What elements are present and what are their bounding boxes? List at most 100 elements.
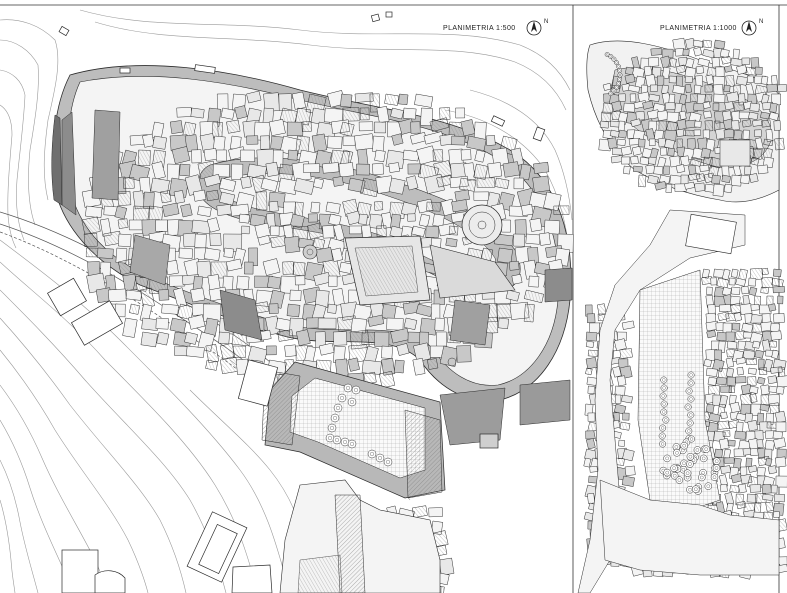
tree-icon [670,464,678,472]
building-parcel [266,345,277,356]
building-parcel [702,101,711,109]
building-parcel [759,403,770,412]
building-parcel [664,102,676,111]
building-parcel [777,295,784,305]
building-parcel [178,247,194,259]
building-parcel [525,233,541,245]
building-parcel [772,430,783,440]
building-parcel [81,216,101,235]
building-parcel [386,317,404,331]
building-parcel [169,120,184,134]
building-parcel [283,236,301,254]
building-parcel [209,233,222,247]
tree-icon [663,468,671,477]
building-parcel [194,233,207,249]
building-parcel [774,456,787,468]
building-parcel [747,420,759,432]
building-parcel [317,317,337,330]
tree-icon [351,385,361,395]
building-parcel [704,120,714,132]
building-parcel [614,338,627,351]
building-parcel [656,120,667,132]
building-parcel [388,162,400,173]
building-parcel [289,289,302,301]
building-parcel [729,401,741,414]
tree-icon [675,476,684,484]
building-parcel [624,465,636,476]
building-parcel [553,205,570,215]
tree-icon [693,446,702,454]
building-parcel [621,475,635,487]
building-parcel [373,201,384,211]
building-parcel [705,367,718,377]
building-parcel [236,275,250,290]
tree-icon [375,453,385,463]
building-parcel [711,57,721,68]
building-parcel [585,357,598,370]
building-parcel [191,149,202,164]
building-parcel [226,119,241,134]
building-parcel [122,177,135,189]
building-parcel [589,322,600,334]
building-parcel [766,83,778,93]
building-parcel [414,93,434,108]
building-parcel [459,177,477,192]
building-parcel [752,322,763,333]
building-parcel [340,93,353,108]
building-parcel [328,213,342,226]
building-parcel [738,111,750,120]
building-parcel [621,394,633,404]
building-parcel [618,93,626,102]
building-parcel [451,199,468,213]
building-parcel [750,303,760,311]
building-parcel [773,313,785,324]
tree-icon [663,454,671,463]
building-parcel [381,303,397,320]
building-parcel [310,201,321,214]
building-parcel [760,75,769,85]
tree-icon [327,423,337,433]
tree-icon [660,400,668,408]
building-parcel [770,484,778,494]
building-parcel [761,119,772,128]
building-parcel [676,75,683,87]
building-parcel [538,232,551,246]
tree-icon [333,403,343,413]
building-parcel [637,138,646,148]
building-parcel [718,438,730,450]
building-parcel [585,331,598,342]
inset-plan [577,37,787,593]
tree-icon [617,68,623,74]
building-parcel [332,176,344,187]
building-parcel [358,213,368,225]
building-parcel [660,147,668,156]
building-parcel [761,483,772,494]
tree-icon [710,473,719,481]
building-parcel [410,121,421,134]
building-parcel [301,121,312,133]
building-parcel [513,233,526,247]
building-parcel [155,317,169,330]
building-parcel [278,93,293,111]
tree-icon [698,473,706,482]
tree-icon [702,445,710,453]
tree-icon [683,469,692,477]
building-parcel [585,340,595,348]
building-parcel [611,100,623,112]
building-parcel [402,107,417,120]
building-parcel [169,317,187,334]
building-parcel [376,225,387,237]
building-parcel [693,46,703,57]
building-parcel [775,475,787,488]
building-parcel [502,161,520,178]
building-parcel [513,177,525,190]
building-parcel [707,376,718,386]
building-parcel [712,102,720,111]
building-parcel [719,483,728,493]
building-parcel [173,190,185,204]
building-parcel [197,205,212,217]
building-parcel [667,147,675,157]
building-parcel [265,161,279,177]
building-parcel [732,322,741,331]
building-parcel [284,344,297,358]
